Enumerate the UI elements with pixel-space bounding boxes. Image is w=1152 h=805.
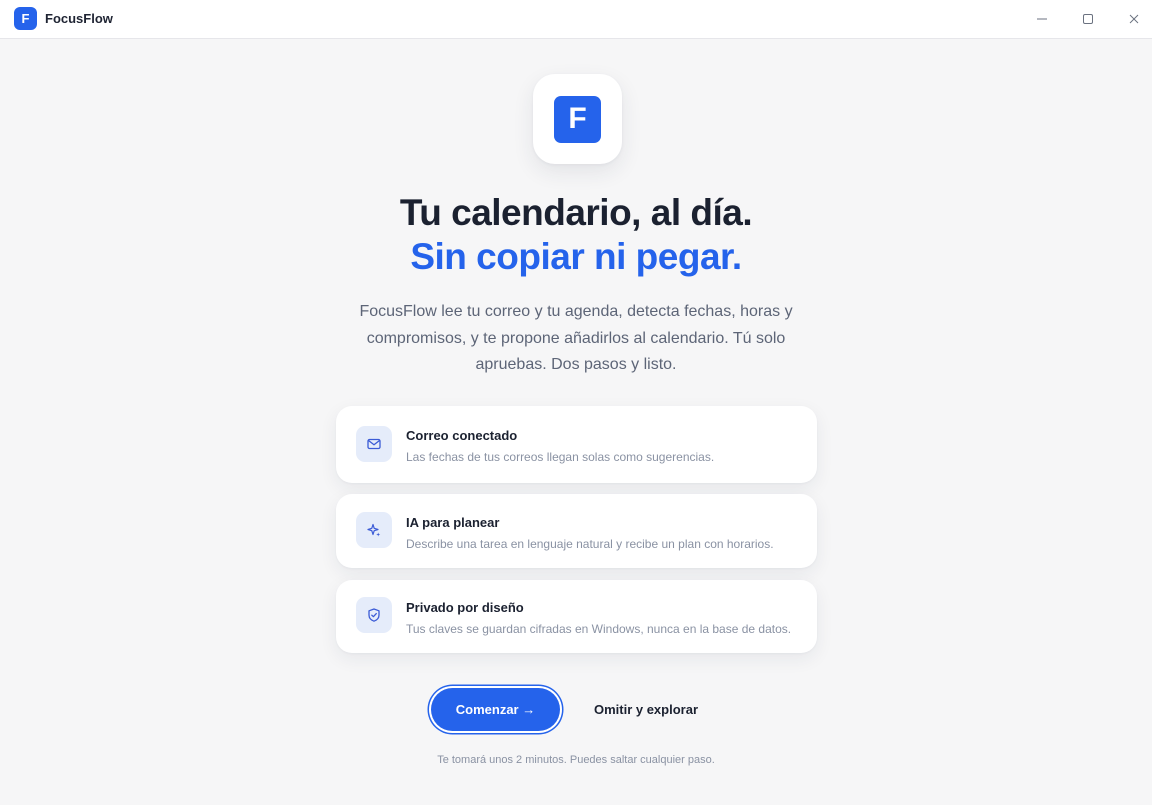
shield-icon xyxy=(368,608,380,622)
maximize-button[interactable] xyxy=(1065,0,1111,38)
feature-description: Describe una tarea en lenguaje natural y… xyxy=(406,537,774,551)
skip-explore-button[interactable]: Omitir y explorar xyxy=(574,688,718,731)
subtitle: FocusFlow lee tu correo y tu agenda, det… xyxy=(359,303,793,373)
app-logo-icon: F xyxy=(14,7,37,30)
feature-title: Correo conectado xyxy=(406,428,518,443)
feature-description: Las fechas de tus correos llegan solas c… xyxy=(406,450,715,464)
minimize-button[interactable] xyxy=(1019,0,1065,38)
window-title: FocusFlow xyxy=(45,11,113,26)
headline-primary: Tu calendario, al día. xyxy=(399,192,753,233)
feature-title: IA para planear xyxy=(406,515,500,530)
hero-logo-icon: F xyxy=(554,95,601,143)
feature-title: Privado por diseño xyxy=(406,600,524,615)
feature-card-mail: Correo conectado Las fechas de tus corre… xyxy=(336,406,817,483)
footnote: Te tomará unos 2 minutos. Puedes saltar … xyxy=(437,754,715,766)
close-icon xyxy=(1129,14,1139,24)
feature-icon-tile xyxy=(356,512,392,548)
feature-description: Tus claves se guardan cifradas en Window… xyxy=(406,622,792,636)
sparkle-icon xyxy=(367,523,381,537)
feature-icon-tile xyxy=(356,426,392,462)
title-bar: F FocusFlow xyxy=(0,0,1152,39)
start-button[interactable]: Comenzar → xyxy=(431,688,560,731)
hero-logo-tile: F xyxy=(533,74,622,164)
minimize-icon xyxy=(1037,18,1047,20)
headline-accent: Sin copiar ni pegar. xyxy=(410,236,742,277)
feature-card-privacy: Privado por diseño Tus claves se guardan… xyxy=(336,580,817,653)
close-button[interactable] xyxy=(1111,0,1152,38)
maximize-icon xyxy=(1083,14,1093,24)
mail-icon xyxy=(367,438,381,450)
feature-card-ai: IA para planear Describe una tarea en le… xyxy=(336,494,817,568)
feature-icon-tile xyxy=(356,597,392,633)
